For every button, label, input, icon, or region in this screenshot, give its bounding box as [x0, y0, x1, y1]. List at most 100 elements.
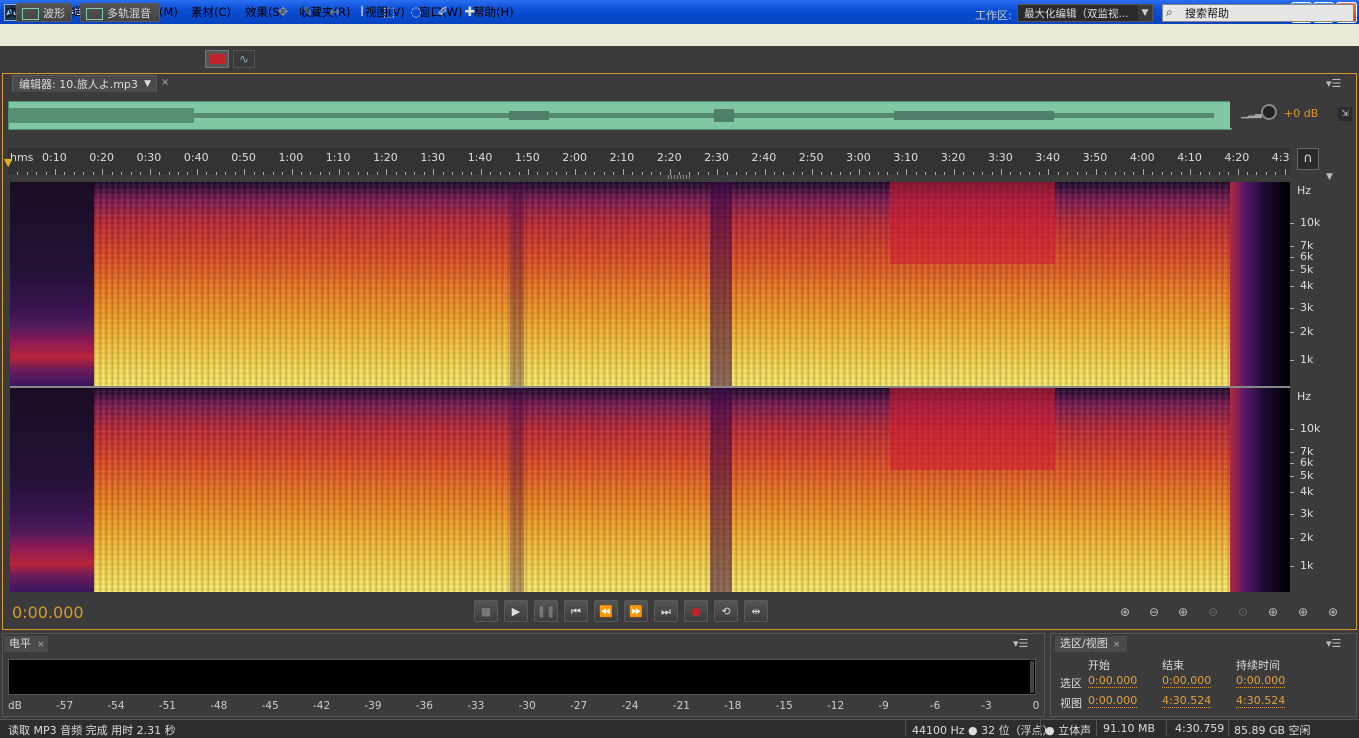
view-start-value[interactable]: 0:00.000: [1088, 694, 1138, 708]
ruler-tick-label: 0:30: [136, 151, 162, 164]
paintbrush-tool-icon[interactable]: ✐: [434, 5, 452, 21]
rewind-icon[interactable]: ⏪: [594, 600, 618, 622]
ruler-minor-tick: [461, 172, 463, 175]
meter-scale-label: 0: [1032, 700, 1040, 712]
hz-label-5k: 5k: [1300, 469, 1314, 482]
chevron-down-icon[interactable]: ▼: [144, 76, 151, 93]
go-to-start-icon[interactable]: ⏮: [564, 600, 588, 622]
ruler-tick: [338, 169, 340, 175]
headphone-icon[interactable]: ∩: [1297, 148, 1319, 170]
ruler-minor-tick: [1152, 172, 1154, 175]
chevron-down-icon[interactable]: ▼: [1326, 172, 1333, 182]
pause-icon[interactable]: ❚❚: [534, 600, 558, 622]
ruler-tick: [859, 169, 861, 175]
level-tab[interactable]: 电平 ×: [4, 636, 48, 652]
ruler-tick: [764, 169, 766, 175]
ruler-minor-tick: [915, 172, 917, 175]
selection-start-value[interactable]: 0:00.000: [1088, 674, 1138, 688]
slip-tool-icon[interactable]: ↔: [326, 5, 344, 21]
zoom-in-left-icon[interactable]: ⊕: [1262, 603, 1284, 621]
menu-clip[interactable]: 素材(C): [191, 4, 231, 20]
selection-end-value[interactable]: 0:00.000: [1162, 674, 1212, 688]
record-icon[interactable]: ●: [684, 600, 708, 622]
ruler-minor-tick: [802, 172, 804, 175]
spectral-pitch-icon[interactable]: ∿: [233, 50, 255, 68]
waveform-view-label: 波形: [43, 7, 65, 20]
frequency-axis-right: Hz 10k 7k 6k 5k 4k 3k 2k 1k: [1290, 388, 1320, 592]
selection-duration-value[interactable]: 0:00.000: [1236, 674, 1286, 688]
ruler-minor-tick: [45, 172, 47, 175]
ruler-tick-label: 3:00: [846, 151, 871, 164]
menu-help[interactable]: 帮助(H): [473, 4, 514, 20]
ruler-minor-tick: [1133, 172, 1135, 175]
spectral-frequency-button[interactable]: [205, 50, 229, 68]
gain-value[interactable]: +0 dB: [1284, 107, 1318, 120]
ruler-minor-tick: [991, 172, 993, 175]
marquee-tool-icon[interactable]: ⬚: [380, 5, 398, 21]
ruler-minor-tick: [821, 172, 823, 175]
status-divider: [905, 720, 906, 736]
spot-healing-icon[interactable]: ✚: [461, 5, 479, 21]
zoom-in-time-icon[interactable]: ⊕: [1172, 603, 1194, 621]
ruler-tick: [1095, 169, 1097, 175]
razor-tool-icon[interactable]: ✎: [299, 5, 317, 21]
hz-label-1k: 1k: [1300, 353, 1314, 366]
editor-tab[interactable]: 编辑器: 10.旅人よ.mp3 ▼: [12, 75, 157, 92]
search-help-input[interactable]: 搜索帮助: [1162, 4, 1354, 22]
hz-tick: [1290, 360, 1294, 361]
close-tab-icon[interactable]: ×: [161, 77, 169, 88]
close-tab-icon[interactable]: ×: [37, 640, 45, 650]
overview-waveform[interactable]: [8, 101, 1232, 130]
zoom-in-right-icon[interactable]: ⊕: [1292, 603, 1314, 621]
status-divider: [1166, 720, 1167, 736]
ruler-minor-tick: [206, 172, 208, 175]
panel-menu-icon[interactable]: ▾☰: [1013, 637, 1028, 650]
ruler-tick-label: 2:40: [751, 151, 777, 164]
time-ruler[interactable]: hms 0:10 0:20 0:30 0:40 0:50 1:00 1:10 1:20 1:30…: [8, 148, 1290, 175]
go-to-end-icon[interactable]: ⏭: [654, 600, 678, 622]
ruler-minor-tick: [111, 172, 113, 175]
stop-icon[interactable]: ■: [474, 600, 498, 622]
workspace-select[interactable]: 最大化编辑（双监视...: [1017, 4, 1153, 22]
zoom-in-amplitude-icon[interactable]: ⊕: [1114, 603, 1136, 621]
play-icon[interactable]: ▶: [504, 600, 528, 622]
chevron-down-icon[interactable]: ▼: [1138, 5, 1152, 21]
ruler-minor-tick: [253, 172, 255, 175]
gain-knob[interactable]: [1261, 104, 1277, 120]
zoom-selection-icon[interactable]: ⊙: [1232, 603, 1254, 621]
ruler-minor-tick: [225, 172, 227, 175]
skip-selection-icon[interactable]: ⇹: [744, 600, 768, 622]
ruler-tick-label: 0:10: [42, 151, 67, 164]
splitter-handle[interactable]: [668, 175, 692, 179]
spectrogram-channel-right[interactable]: [10, 388, 1290, 592]
multitrack-view-button[interactable]: 多轨混音: [80, 3, 160, 22]
ruler-tick: [386, 169, 388, 175]
current-time-display[interactable]: 0:00.000: [12, 603, 84, 622]
waveform-view-button[interactable]: 波形: [16, 3, 72, 22]
hz-unit: Hz: [1297, 184, 1312, 197]
pin-icon[interactable]: ⇲: [1338, 107, 1352, 121]
panel-menu-icon[interactable]: ▾☰: [1326, 637, 1341, 650]
meter-scale-label: -57: [56, 700, 74, 712]
meter-scale-label: -45: [261, 700, 279, 712]
loop-icon[interactable]: ⟲: [714, 600, 738, 622]
selection-view-tab[interactable]: 选区/视图 ×: [1055, 636, 1127, 652]
view-end-value[interactable]: 4:30.524: [1162, 694, 1212, 708]
lasso-tool-icon[interactable]: ◌: [407, 5, 425, 21]
time-selection-tool-icon[interactable]: I: [353, 5, 371, 21]
panel-menu-icon[interactable]: ▾☰: [1326, 77, 1341, 90]
zoom-full-icon[interactable]: ⊕: [1322, 603, 1344, 621]
zoom-out-amplitude-icon[interactable]: ⊖: [1143, 603, 1165, 621]
frequency-axis-left: Hz 10k 7k 6k 5k 4k 3k 2k 1k: [1290, 182, 1320, 386]
hz-label-3k: 3k: [1300, 301, 1314, 314]
move-tool-icon[interactable]: ✥: [274, 5, 292, 21]
zoom-out-time-icon[interactable]: ⊖: [1202, 603, 1224, 621]
spectrogram-channel-left[interactable]: [10, 182, 1290, 386]
workspace-label: 工作区:: [975, 9, 1012, 22]
close-tab-icon[interactable]: ×: [1113, 640, 1121, 650]
ruler-tick-label: 2:10: [609, 151, 635, 164]
hz-label-3k: 3k: [1300, 507, 1314, 520]
fast-forward-icon[interactable]: ⏩: [624, 600, 648, 622]
playhead-marker[interactable]: ▼: [4, 156, 14, 169]
view-duration-value[interactable]: 4:30.524: [1236, 694, 1286, 708]
